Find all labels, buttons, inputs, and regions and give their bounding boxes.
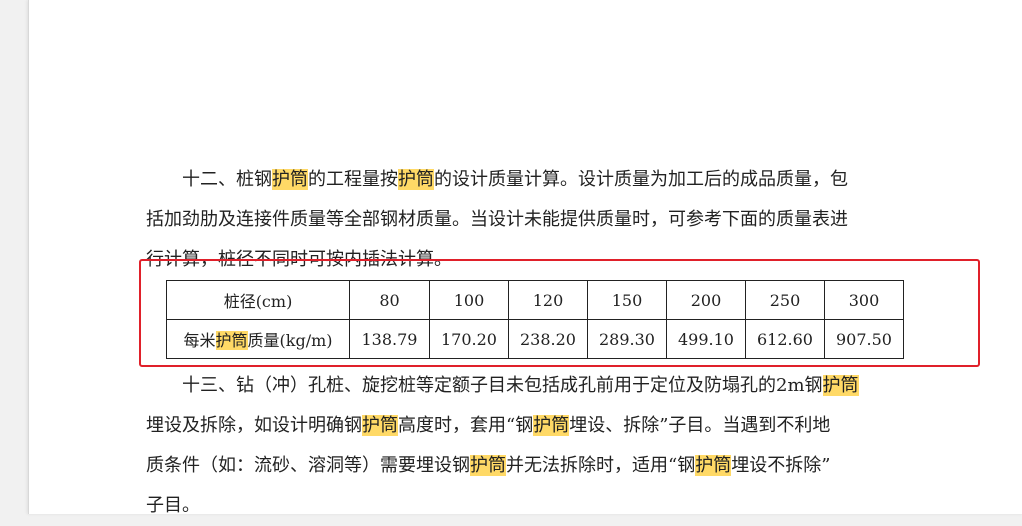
paragraph-13-line-1: 十三、钻（冲）孔桩、旋挖桩等定额子目未包括成孔前用于定位及防塌孔的2m钢护筒 <box>146 366 946 406</box>
text-run: 高度时，套用“钢 <box>398 415 534 436</box>
highlighted-term: 护筒 <box>470 455 506 476</box>
highlighted-term: 护筒 <box>695 455 732 476</box>
highlighted-term: 护筒 <box>272 169 308 190</box>
text-run: 埋设不拆除” <box>731 455 831 476</box>
text-run: 埋设及拆除，如设计明确钢 <box>146 415 362 436</box>
highlighted-term: 护筒 <box>362 415 398 436</box>
highlighted-term: 护筒 <box>533 415 570 436</box>
paragraph-13-line-3: 质条件（如：流砂、溶洞等）需要埋设钢护筒并无法拆除时，适用“钢护筒埋设不拆除” <box>146 446 946 486</box>
text-run: 的工程量按 <box>308 169 398 190</box>
text-run: 的设计质量计算。设计质量为加工后的成品质量，包 <box>434 169 848 190</box>
text-run: 十三、钻（冲）孔桩、旋挖桩等定额子目未包括成孔前用于定位及防塌孔的2m钢 <box>182 375 823 396</box>
text-run: 十二、桩钢 <box>182 169 272 190</box>
paragraph-13: 十三、钻（冲）孔桩、旋挖桩等定额子目未包括成孔前用于定位及防塌孔的2m钢护筒 埋… <box>146 366 946 526</box>
text-run: 埋设、拆除”子目。当遇到不利地 <box>569 415 831 436</box>
paragraph-12-line-2: 括加劲肋及连接件质量等全部钢材质量。当设计未能提供质量时，可参考下面的质量表进 <box>146 209 848 230</box>
paragraph-13-line-4: 子目。 <box>146 495 200 516</box>
highlighted-term: 护筒 <box>398 169 434 190</box>
highlighted-term: 护筒 <box>822 375 859 396</box>
text-run: 质条件（如：流砂、溶洞等）需要埋设钢 <box>146 455 470 476</box>
text-run: 并无法拆除时，适用“钢 <box>506 455 696 476</box>
red-annotation-box <box>139 259 980 367</box>
paragraph-13-line-2: 埋设及拆除，如设计明确钢护筒高度时，套用“钢护筒埋设、拆除”子目。当遇到不利地 <box>146 406 946 446</box>
paragraph-12-line-1: 十二、桩钢护筒的工程量按护筒的设计质量计算。设计质量为加工后的成品质量，包 <box>146 160 946 200</box>
